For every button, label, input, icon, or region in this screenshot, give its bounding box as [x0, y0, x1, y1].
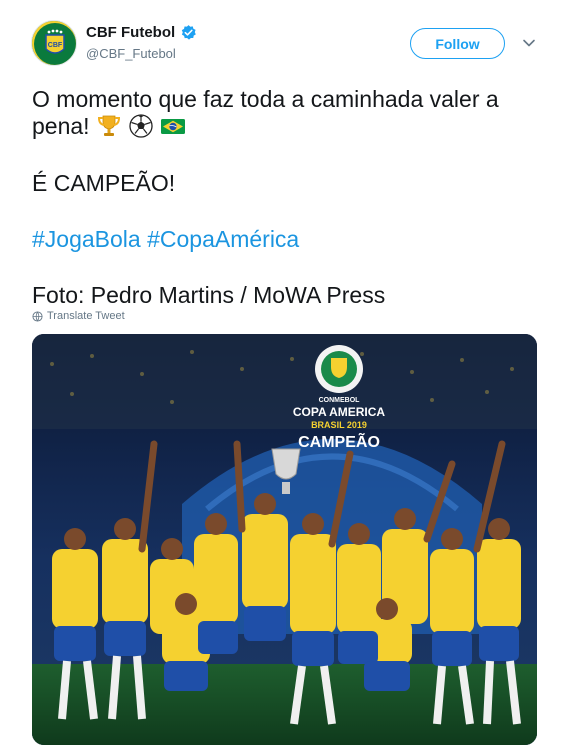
svg-text:CBF: CBF — [48, 42, 63, 49]
hashtag-copaamerica[interactable]: #CopaAmérica — [147, 226, 299, 252]
display-name[interactable]: CBF Futebol — [86, 24, 175, 41]
banner-campeao: CAMPEÃO — [298, 431, 380, 451]
tweet-card: CBF CBF Futebol @CBF_Futebol Follow O mo… — [0, 0, 565, 755]
verified-badge-icon — [181, 25, 196, 40]
tweet-photo[interactable]: CONMEBOL COPA AMERICA BRASIL 2019 CAMPEÃ… — [32, 334, 537, 745]
tweet-hashtags: #JogaBola #CopaAmérica — [32, 224, 299, 254]
name-row: CBF Futebol — [86, 24, 197, 41]
celebration-photo: CONMEBOL COPA AMERICA BRASIL 2019 CAMPEÃ… — [32, 334, 537, 745]
banner-brasil-2019: BRASIL 2019 — [311, 420, 367, 430]
hashtag-jogabola[interactable]: #JogaBola — [32, 226, 141, 252]
tweet-text-pena: pena! — [32, 113, 90, 139]
photo-credit: Foto: Pedro Martins / MoWA Press — [32, 282, 386, 308]
translate-label[interactable]: Translate Tweet — [47, 310, 125, 322]
chevron-down-icon[interactable] — [522, 36, 536, 50]
avatar[interactable]: CBF — [31, 20, 77, 66]
tweet-text-campeao: É CAMPEÃO! — [32, 170, 176, 196]
tweet-text-line-2: pena! — [32, 111, 186, 141]
globe-icon — [32, 310, 43, 322]
handle[interactable]: @CBF_Futebol — [86, 46, 176, 61]
soccer-ball-emoji — [128, 114, 153, 138]
translate-tweet[interactable]: Translate Tweet — [32, 310, 125, 322]
brazil-flag-emoji — [160, 119, 185, 134]
banner-copa-america: COPA AMERICA — [293, 405, 386, 419]
trophy-emoji — [97, 115, 120, 136]
follow-button[interactable]: Follow — [410, 28, 505, 59]
banner-conmebol: CONMEBOL — [319, 397, 361, 404]
tweet-text-line-1: O momento que faz toda a caminhada valer… — [32, 86, 499, 112]
